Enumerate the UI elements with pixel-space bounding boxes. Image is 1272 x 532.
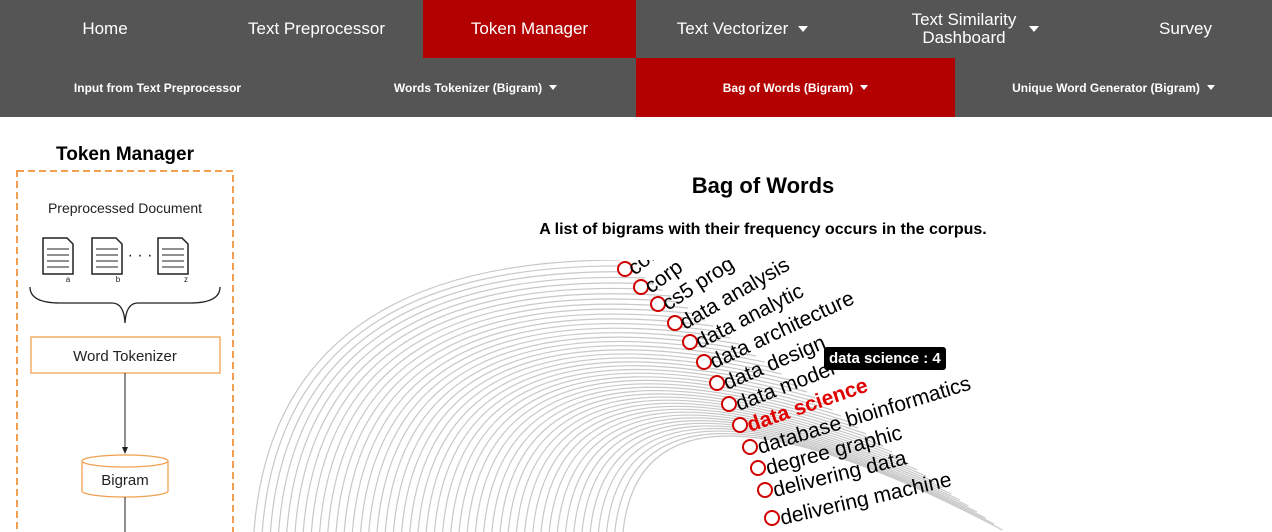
nav-home[interactable]: Home — [0, 0, 210, 58]
preprocessed-document-label: Preprocessed Document — [48, 200, 202, 216]
subnav-bag-of-words-bigram[interactable]: Bag of Words (Bigram) — [636, 58, 955, 117]
word-node-circle[interactable] — [742, 439, 758, 455]
subnav-words-tokenizer-bigram[interactable]: Words Tokenizer (Bigram) — [315, 58, 636, 117]
word-tokenizer-label: Word Tokenizer — [73, 348, 177, 365]
subnav-label: Unique Word Generator (Bigram) — [1012, 80, 1200, 95]
nav-label: Token Manager — [470, 19, 589, 38]
nav-text-vectorizer[interactable]: Text Vectorizer — [636, 0, 849, 58]
word-node-circle[interactable] — [757, 482, 773, 498]
subnav-label: Words Tokenizer (Bigram) — [393, 80, 543, 95]
radial-nodes: corcorpcs5 progdata analysisdata analyti… — [617, 260, 974, 530]
doc-label-z: z — [184, 275, 188, 284]
nav-text-preprocessor[interactable]: Text Preprocessor — [210, 0, 423, 58]
word-node-circle[interactable] — [764, 510, 780, 526]
nav-text-similarity-dashboard[interactable]: Text Similarity Dashboard — [849, 0, 1099, 58]
doc-label-b: b — [116, 275, 121, 284]
subnav-input-from-text-preprocessor[interactable]: Input from Text Preprocessor — [0, 58, 315, 117]
nav-token-manager[interactable]: Token Manager — [423, 0, 636, 58]
nav-label: Text Vectorizer — [676, 19, 789, 38]
caret-down-icon — [860, 85, 869, 90]
arrow-head — [122, 447, 128, 454]
link-line — [302, 293, 672, 532]
subnav-unique-word-generator-bigram[interactable]: Unique Word Generator (Bigram) — [955, 58, 1272, 117]
primary-navbar: Home Text Preprocessor Token Manager Text V… — [0, 0, 1272, 58]
document-icon — [42, 237, 74, 275]
token-manager-diagram: Token Manager Preprocessed Document · · … — [16, 144, 234, 532]
nav-survey[interactable]: Survey — [1099, 0, 1272, 58]
document-icon — [157, 237, 189, 275]
nav-label: Home — [82, 19, 128, 38]
bigram-label: Bigram — [101, 472, 149, 489]
caret-down-icon — [1206, 85, 1215, 90]
bag-of-words-radial-tree: corcorpcs5 progdata analysisdata analyti… — [253, 260, 1003, 532]
nav-label: Text Preprocessor — [248, 19, 385, 38]
doc-label-a: a — [66, 275, 71, 284]
ellipsis-dots: · · · — [128, 247, 153, 264]
subnav-label: Input from Text Preprocessor — [73, 80, 242, 95]
caret-down-icon — [798, 26, 809, 32]
page-title: Bag of Words — [691, 173, 835, 198]
nav-label: Text Similarity Dashboard — [911, 10, 1017, 47]
document-icon — [91, 237, 123, 275]
page-subtitle: A list of bigrams with their frequency o… — [539, 221, 987, 238]
word-node-circle[interactable] — [750, 460, 766, 476]
caret-down-icon — [1029, 26, 1039, 32]
caret-down-icon — [549, 85, 558, 90]
diagram-title: Token Manager — [56, 144, 195, 165]
curly-brace — [29, 286, 221, 324]
subnav-label: Bag of Words (Bigram) — [722, 80, 854, 95]
tooltip: data science : 4 — [824, 347, 946, 370]
secondary-navbar: Input from Text Preprocessor Words Tokeni… — [0, 58, 1272, 117]
link-line — [319, 303, 689, 532]
nav-label: Survey — [1159, 19, 1212, 38]
